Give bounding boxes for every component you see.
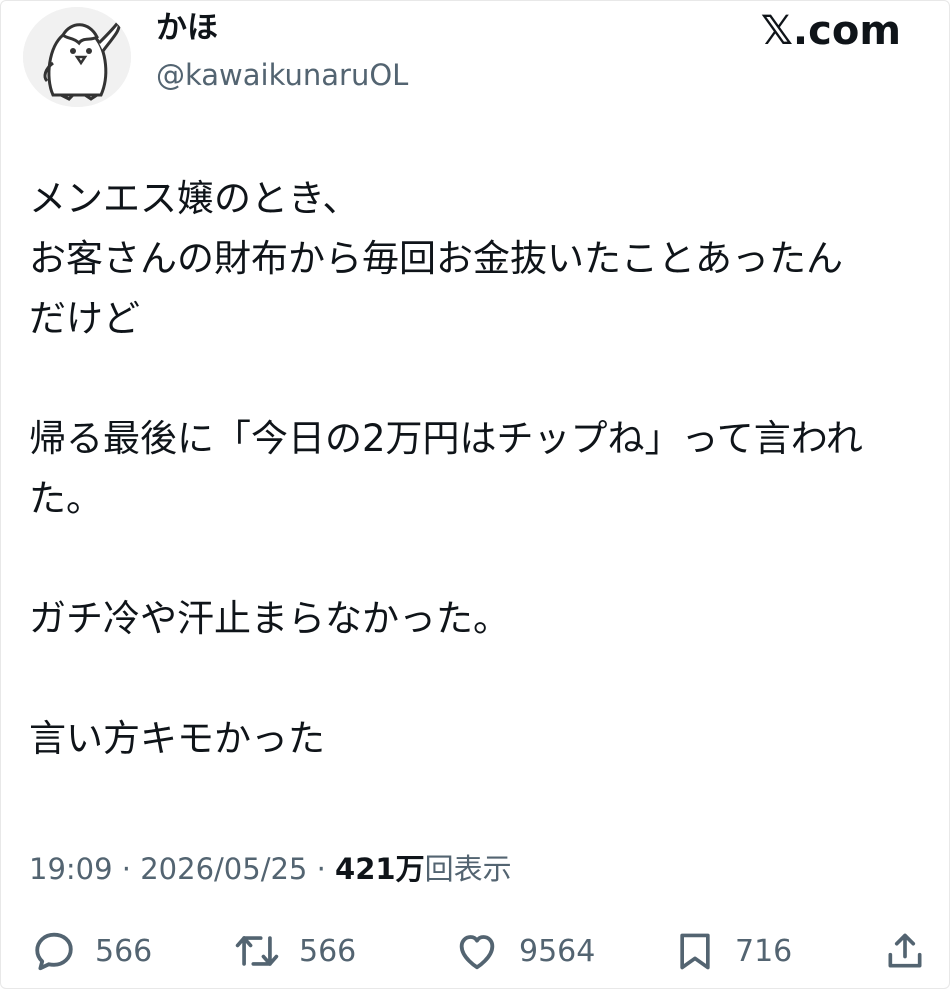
like-count: 9564 <box>519 933 596 969</box>
reply-count: 566 <box>95 933 153 969</box>
tweet-meta: 19:09 · 2026/05/25 · 421万回表示 <box>29 849 512 889</box>
reply-button[interactable]: 566 <box>31 923 152 979</box>
repost-button[interactable]: 566 <box>233 923 356 979</box>
tweet-line-gap <box>29 529 919 589</box>
tweet-line-gap <box>29 649 919 709</box>
views-count: 421万 <box>335 852 425 886</box>
reply-icon <box>31 928 77 974</box>
tweet-line: ガチ冷や汗止まらなかった。 <box>29 597 510 640</box>
heart-icon <box>453 928 501 974</box>
user-display-name[interactable]: かほ <box>156 9 218 47</box>
tweet-header: かほ @kawaikunaruOL 𝕏.com <box>23 7 909 107</box>
brand-logo: 𝕏.com <box>760 8 901 54</box>
meta-separator: · <box>112 852 141 886</box>
meta-separator: · <box>307 852 336 886</box>
tweet-line: お客さんの財布から毎回お金抜いたことあったん <box>29 237 843 280</box>
views-label: 回表示 <box>424 852 512 886</box>
tweet-line: た。 <box>29 477 103 520</box>
bookmark-icon <box>673 928 717 974</box>
tweet-line: 言い方キモかった <box>29 717 325 760</box>
tweet-time[interactable]: 19:09 <box>29 852 113 886</box>
like-button[interactable]: 9564 <box>453 923 595 979</box>
share-button[interactable] <box>883 923 927 979</box>
tweet-line: 帰る最後に「今日の2万円はチップね」って言われ <box>29 417 863 460</box>
tweet-text: メンエス嬢のとき、 お客さんの財布から毎回お金抜いたことあったん だけど 帰る最… <box>29 169 919 769</box>
tweet-line: メンエス嬢のとき、 <box>29 177 360 220</box>
tweet-actions: 566 566 9564 716 <box>31 923 931 979</box>
repost-icon <box>233 928 281 974</box>
penguin-avatar-icon <box>23 7 131 107</box>
avatar[interactable] <box>23 7 131 107</box>
bookmark-count: 716 <box>735 933 793 969</box>
user-handle[interactable]: @kawaikunaruOL <box>156 57 408 93</box>
repost-count: 566 <box>299 933 357 969</box>
share-icon <box>883 928 927 974</box>
tweet-line: だけど <box>29 297 140 340</box>
bookmark-button[interactable]: 716 <box>673 923 792 979</box>
tweet-line-gap <box>29 349 919 409</box>
tweet-card: かほ @kawaikunaruOL 𝕏.com メンエス嬢のとき、 お客さんの財… <box>0 0 950 989</box>
tweet-date[interactable]: 2026/05/25 <box>140 852 307 886</box>
